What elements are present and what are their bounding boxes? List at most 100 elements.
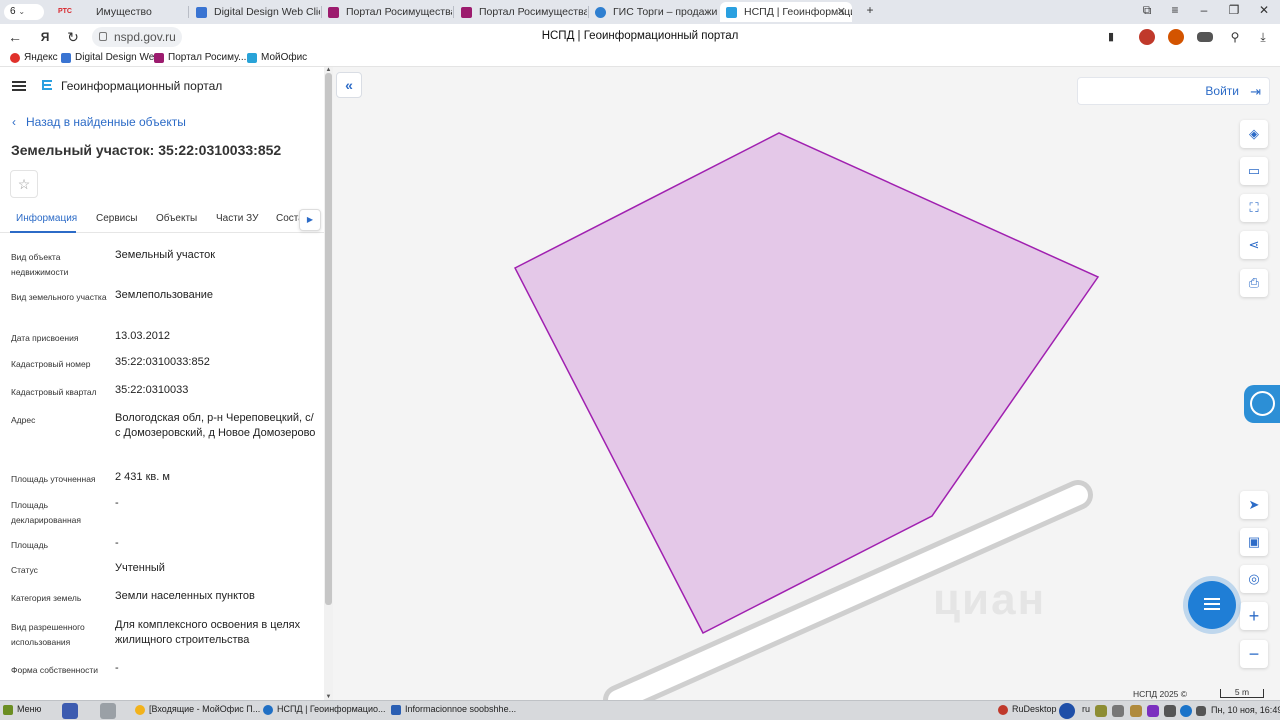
attr-key: Адрес — [11, 415, 36, 425]
bookmark-myoffice[interactable]: МойОфис — [247, 52, 307, 63]
land-parcel-polygon[interactable] — [513, 132, 1100, 635]
reload-icon[interactable]: ↻ — [64, 28, 82, 46]
taskbar-window-doc[interactable]: Informacionnoe soobshhe... — [391, 704, 517, 715]
volume-icon[interactable] — [1196, 706, 1206, 716]
maximize-icon[interactable]: ❐ — [1223, 3, 1245, 17]
zoom-in-icon[interactable]: + — [1240, 602, 1268, 630]
tab-gis-torgi[interactable]: ГИС Торги – продажи го — [589, 2, 717, 22]
url-field[interactable]: nspd.gov.ru — [92, 27, 182, 47]
login-icon: ⇥ — [1250, 84, 1261, 99]
extension-icon[interactable] — [1168, 29, 1184, 45]
tab-rts[interactable]: РТС Имущество — [52, 2, 188, 22]
taskbar-window-label: Informacionnoe soobshhe... — [405, 704, 517, 714]
bookmark-yandex[interactable]: Яндекс — [10, 52, 58, 63]
yandex-icon[interactable]: Я — [36, 28, 54, 46]
language-label: ru — [1082, 704, 1091, 714]
tray-app-icon[interactable] — [1164, 705, 1176, 717]
tray-rudesktop[interactable]: RuDesktop — [998, 704, 1057, 715]
digital-design-icon — [196, 7, 207, 18]
tray-app-icon[interactable] — [1112, 705, 1124, 717]
document-icon — [391, 705, 401, 715]
digital-design-icon — [61, 53, 71, 63]
tab-parts[interactable]: Части ЗУ — [216, 213, 258, 224]
bookmark-digital-design[interactable]: Digital Design We — [61, 52, 154, 63]
tray-language[interactable]: ru — [1068, 704, 1090, 714]
extension-icon[interactable] — [1139, 29, 1155, 45]
extension-icon[interactable] — [1197, 32, 1213, 42]
tab-rosim-1[interactable]: Портал Росимущества — [322, 2, 452, 22]
back-to-results-link[interactable]: ‹ Назад в найденные объекты — [12, 115, 186, 129]
layers-icon[interactable]: ◈ — [1240, 120, 1268, 148]
print-icon[interactable]: ⎙ — [1240, 269, 1268, 297]
back-icon[interactable]: ← — [6, 28, 24, 46]
attr-value: Земли населенных пунктов — [115, 590, 255, 602]
myoffice-icon — [247, 53, 257, 63]
tab-digital-design[interactable]: Digital Design Web Client — [190, 2, 320, 22]
tab-objects[interactable]: Объекты — [156, 213, 197, 224]
taskbar-app-icon[interactable] — [100, 703, 116, 719]
attr-key: Статус — [11, 565, 38, 575]
chat-bubble-icon — [1250, 391, 1275, 416]
gis-torgi-icon — [595, 7, 606, 18]
start-icon — [3, 705, 13, 715]
minimize-icon[interactable]: – — [1193, 3, 1215, 17]
tab-information[interactable]: Информация — [16, 213, 77, 224]
collapse-panel-icon[interactable]: « — [336, 72, 362, 98]
tabs-scroll-right-icon[interactable]: ▶ — [299, 209, 321, 231]
tray-app-icon[interactable] — [1130, 705, 1142, 717]
support-chat-tab[interactable] — [1244, 385, 1280, 423]
tab-counter[interactable]: 6 ⌄ — [4, 4, 44, 20]
browser-tab-bar: 6 ⌄ РТС Имущество Digital Design Web Cli… — [0, 0, 1280, 24]
hamburger-menu-icon[interactable] — [12, 81, 26, 91]
favorite-star-icon[interactable]: ☆ — [10, 170, 38, 198]
taskbar-window-nspd[interactable]: НСПД | Геоинформацио... — [263, 704, 385, 715]
close-window-icon[interactable]: ✕ — [1253, 3, 1275, 17]
attr-key: Форма собственности — [11, 665, 98, 675]
nspd-icon — [726, 7, 737, 18]
myoffice-mail-icon — [135, 705, 145, 715]
tray-app-icon[interactable] — [1147, 705, 1159, 717]
attr-key: Кадастровый квартал — [11, 387, 97, 397]
tab-services[interactable]: Сервисы — [96, 213, 137, 224]
bookmark-label: Портал Росиму... — [168, 52, 247, 63]
yandex-browser-icon[interactable] — [62, 703, 78, 719]
tab-label: Портал Росимущества — [346, 6, 452, 18]
tab-rosim-2[interactable]: Портал Росимущества — [455, 2, 587, 22]
new-tab-icon[interactable]: + — [859, 3, 881, 17]
map-view[interactable]: циан « Войти ⇥ ◈ ▭ ⛶ ⋖ ⎙ ➤ ▣ ◎ + − НСПД … — [333, 67, 1280, 700]
geolocate-icon[interactable]: ◎ — [1240, 565, 1268, 593]
close-tab-icon[interactable]: ✕ — [837, 2, 846, 22]
bookmark-icon[interactable]: ▮ — [1102, 28, 1120, 46]
collections-icon[interactable]: ⧉ — [1136, 3, 1158, 18]
attr-key: Вид объекта недвижимости — [11, 252, 69, 277]
tray-app-icon[interactable] — [1095, 705, 1107, 717]
hp-icon[interactable] — [1180, 705, 1192, 717]
rudesktop-icon — [998, 705, 1008, 715]
select-area-icon[interactable]: ⛶ — [1240, 194, 1268, 222]
tab-label: Портал Росимущества — [479, 6, 587, 18]
tab-nspd-active[interactable]: НСПД | Геоинформаци ✕ — [720, 2, 852, 22]
start-menu-button[interactable]: Меню — [3, 704, 41, 715]
profile-icon[interactable]: ⚲ — [1226, 28, 1244, 46]
system-clock: Пн, 10 ноя, 16:49 — [1211, 705, 1280, 715]
share-icon[interactable]: ⋖ — [1240, 231, 1268, 259]
rosim-icon — [154, 53, 164, 63]
chevron-left-icon: ‹ — [12, 115, 16, 129]
address-bar: ← Я ↻ nspd.gov.ru НСПД | Геоинформационн… — [0, 24, 1280, 50]
panel-scrollbar[interactable]: ▲ ▼ — [324, 67, 333, 700]
attr-key: Площадь — [11, 540, 49, 550]
tab-label: ГИС Торги – продажи го — [613, 6, 717, 18]
taskbar-window-mail[interactable]: [Входящие - МойОфис П... — [135, 704, 260, 715]
menu-icon[interactable]: ≡ — [1164, 3, 1186, 17]
login-button[interactable]: Войти ⇥ — [1077, 77, 1270, 105]
chat-assistant-button[interactable] — [1188, 581, 1236, 629]
minimap-icon[interactable]: ▣ — [1240, 528, 1268, 556]
ruler-icon[interactable]: ▭ — [1240, 157, 1268, 185]
bookmark-rosim[interactable]: Портал Росиму... — [154, 52, 246, 63]
scrollbar-thumb[interactable] — [325, 73, 332, 605]
navigate-icon[interactable]: ➤ — [1240, 491, 1268, 519]
zoom-out-icon[interactable]: − — [1240, 640, 1268, 668]
attr-value: - — [115, 537, 119, 549]
tab-separator — [453, 6, 454, 18]
downloads-icon[interactable]: ⤓ — [1254, 28, 1272, 46]
